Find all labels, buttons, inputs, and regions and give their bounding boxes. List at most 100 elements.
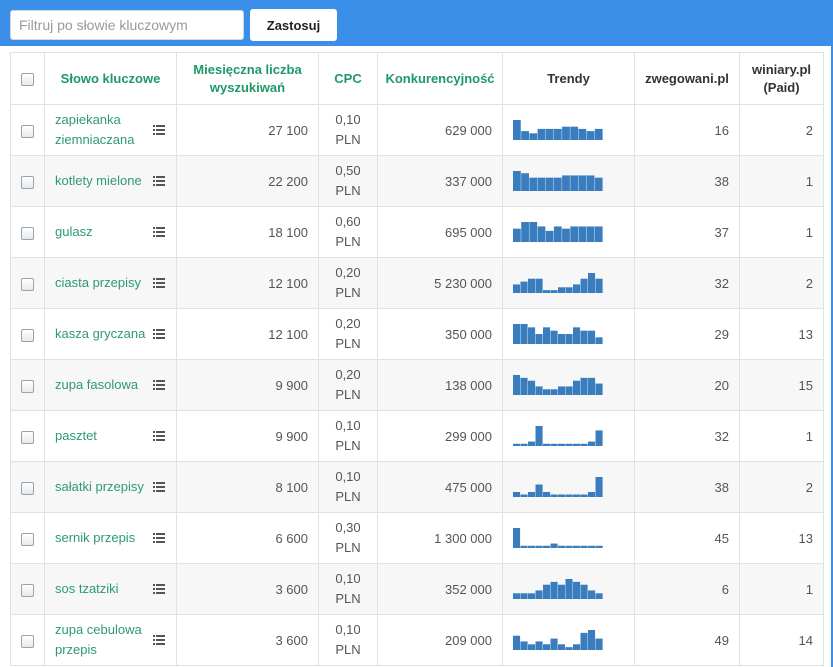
keyword-cell: zupa cebulowa przepis bbox=[44, 614, 177, 666]
trend-bar bbox=[558, 443, 566, 446]
header-cpc[interactable]: CPC bbox=[318, 52, 378, 105]
trend-bar bbox=[573, 494, 581, 497]
cpc-value: 0,10 bbox=[335, 469, 361, 484]
select-all-checkbox[interactable] bbox=[21, 72, 34, 86]
row-checkbox[interactable] bbox=[21, 430, 34, 444]
row-checkbox[interactable] bbox=[21, 226, 34, 240]
table-row: sernik przepis 6 600 0,30 PLN 1 300 000 4… bbox=[10, 512, 824, 564]
trend-bar bbox=[513, 635, 521, 650]
row-checkbox[interactable] bbox=[21, 277, 34, 291]
list-icon[interactable] bbox=[153, 380, 165, 390]
keyword-link[interactable]: zapiekanka ziemniaczana bbox=[55, 112, 135, 147]
trend-bar bbox=[543, 327, 551, 344]
list-icon[interactable] bbox=[153, 635, 165, 645]
keyword-link[interactable]: sałatki przepisy bbox=[55, 479, 144, 494]
keyword-link[interactable]: zupa fasolowa bbox=[55, 377, 138, 392]
list-icon[interactable] bbox=[153, 278, 165, 288]
trend-bar bbox=[545, 230, 554, 242]
row-checkbox[interactable] bbox=[21, 124, 34, 138]
trend-cell bbox=[502, 257, 635, 309]
keyword-link[interactable]: zupa cebulowa przepis bbox=[55, 622, 142, 657]
cpc-value: 0,10 bbox=[335, 571, 361, 586]
trend-bar bbox=[562, 228, 570, 242]
volume-cell: 3 600 bbox=[176, 563, 319, 615]
trend-bar bbox=[528, 593, 536, 599]
header-monthly-volume[interactable]: Miesięczna liczba wyszukiwań bbox=[176, 52, 319, 105]
keyword-link[interactable]: pasztet bbox=[55, 428, 97, 443]
trend-bar bbox=[553, 128, 562, 140]
row-checkbox[interactable] bbox=[21, 175, 34, 189]
header-site-zwegowani[interactable]: zwegowani.pl bbox=[634, 52, 740, 105]
trend-cell bbox=[502, 308, 635, 360]
volume-cell: 8 100 bbox=[176, 461, 319, 513]
keyword-link[interactable]: sos tzatziki bbox=[55, 581, 119, 596]
keyword-cell: zupa fasolowa bbox=[44, 359, 177, 411]
cpc-currency: PLN bbox=[335, 285, 361, 300]
trend-bar bbox=[520, 494, 528, 497]
row-checkbox[interactable] bbox=[21, 583, 34, 597]
header-competition[interactable]: Konkurencyjność bbox=[377, 52, 503, 105]
trend-bar bbox=[580, 545, 588, 548]
competition-cell: 337 000 bbox=[377, 155, 503, 207]
keyword-link[interactable]: ciasta przepisy bbox=[55, 275, 141, 290]
volume-cell: 12 100 bbox=[176, 308, 319, 360]
list-icon[interactable] bbox=[153, 329, 165, 339]
trend-bar bbox=[543, 545, 551, 548]
site2-rank-cell: 1 bbox=[739, 206, 824, 258]
row-checkbox[interactable] bbox=[21, 328, 34, 342]
list-icon[interactable] bbox=[153, 176, 165, 186]
trend-cell bbox=[502, 563, 635, 615]
volume-cell: 12 100 bbox=[176, 257, 319, 309]
cpc-currency: PLN bbox=[335, 132, 361, 147]
trend-bar bbox=[513, 228, 521, 242]
header-keyword[interactable]: Słowo kluczowe bbox=[44, 52, 177, 105]
header-site-winiary[interactable]: winiary.pl (Paid) bbox=[739, 52, 824, 105]
cpc-value: 0,60 bbox=[335, 214, 361, 229]
keyword-cell: kasza gryczana bbox=[44, 308, 177, 360]
keyword-cell: gulasz bbox=[44, 206, 177, 258]
list-icon[interactable] bbox=[153, 482, 165, 492]
header-trends: Trendy bbox=[502, 52, 635, 105]
row-checkbox[interactable] bbox=[21, 532, 34, 546]
competition-cell: 5 230 000 bbox=[377, 257, 503, 309]
trend-bar bbox=[565, 647, 573, 650]
list-icon[interactable] bbox=[153, 533, 165, 543]
trend-bar bbox=[565, 287, 573, 293]
trend-bar bbox=[558, 584, 566, 599]
cpc-currency: PLN bbox=[335, 438, 361, 453]
list-icon[interactable] bbox=[153, 431, 165, 441]
table-row: zapiekanka ziemniaczana 27 100 0,10 PLN 6… bbox=[10, 104, 824, 156]
trend-bar bbox=[573, 284, 581, 293]
keyword-link[interactable]: gulasz bbox=[55, 224, 93, 239]
keyword-filter-input[interactable] bbox=[10, 10, 244, 40]
list-icon[interactable] bbox=[153, 125, 165, 135]
site2-rank-cell: 13 bbox=[739, 308, 824, 360]
trend-bar bbox=[595, 383, 603, 395]
keyword-link[interactable]: kotlety mielone bbox=[55, 173, 142, 188]
trend-sparkline bbox=[513, 426, 603, 446]
trend-bar bbox=[529, 133, 538, 140]
row-checkbox[interactable] bbox=[21, 634, 34, 648]
keyword-link[interactable]: kasza gryczana bbox=[55, 326, 145, 341]
trend-bar bbox=[595, 430, 603, 446]
row-checkbox[interactable] bbox=[21, 481, 34, 495]
volume-cell: 9 900 bbox=[176, 359, 319, 411]
keyword-link[interactable]: sernik przepis bbox=[55, 530, 135, 545]
trend-bar bbox=[570, 175, 579, 191]
row-checkbox[interactable] bbox=[21, 379, 34, 393]
list-icon[interactable] bbox=[153, 227, 165, 237]
trend-bar bbox=[545, 128, 554, 140]
keyword-cell: kotlety mielone bbox=[44, 155, 177, 207]
trend-bar bbox=[558, 494, 566, 497]
keyword-cell: sałatki przepisy bbox=[44, 461, 177, 513]
site1-rank-cell: 37 bbox=[634, 206, 740, 258]
apply-filter-button[interactable]: Zastosuj bbox=[250, 9, 337, 41]
trend-bar bbox=[513, 492, 521, 497]
trend-bar bbox=[588, 330, 596, 344]
trend-sparkline bbox=[513, 630, 603, 650]
trend-bar bbox=[588, 441, 596, 446]
site1-rank-cell: 32 bbox=[634, 257, 740, 309]
list-icon[interactable] bbox=[153, 584, 165, 594]
site2-rank-cell: 2 bbox=[739, 461, 824, 513]
trend-bar bbox=[528, 441, 536, 446]
